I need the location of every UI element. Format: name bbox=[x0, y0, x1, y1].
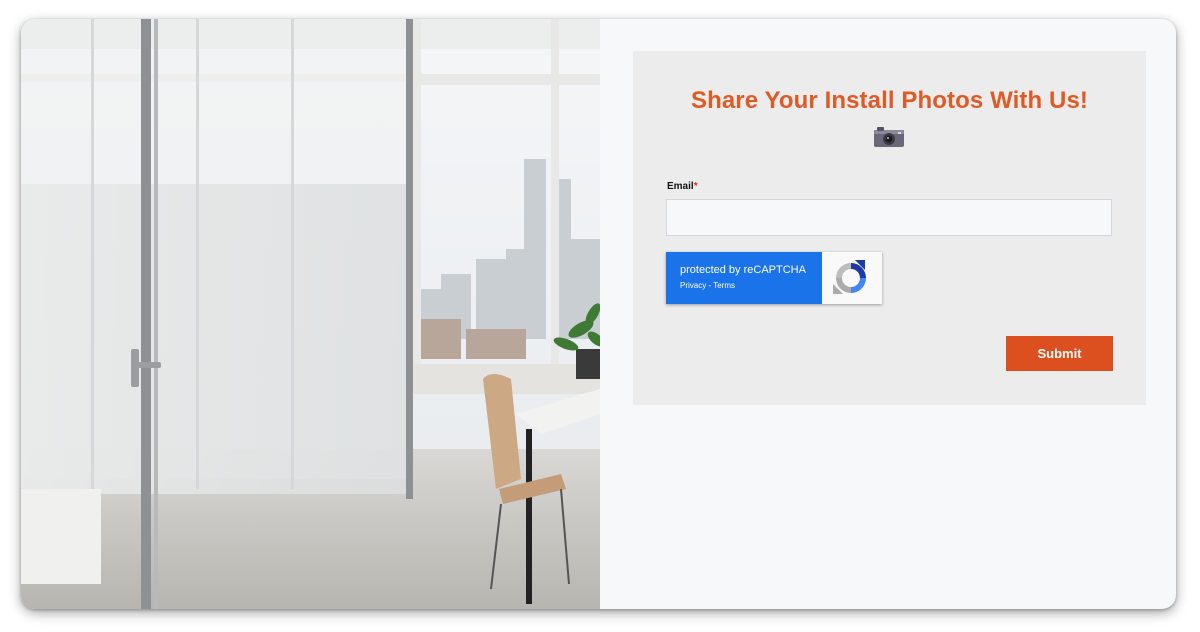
recaptcha-protected-text: protected by reCAPTCHA bbox=[680, 264, 806, 276]
required-marker: * bbox=[693, 181, 698, 192]
recaptcha-label-area: protected by reCAPTCHA Privacy - Terms bbox=[666, 252, 822, 304]
privacy-link[interactable]: Privacy bbox=[680, 281, 706, 290]
recaptcha-links: Privacy - Terms bbox=[680, 281, 735, 290]
office-photo bbox=[21, 19, 600, 609]
email-label: Email* bbox=[667, 181, 698, 192]
camera-icon bbox=[873, 126, 905, 148]
terms-link[interactable]: Terms bbox=[713, 281, 735, 290]
email-input[interactable] bbox=[666, 199, 1112, 236]
recaptcha-logo-icon bbox=[831, 258, 871, 298]
form-title: Share Your Install Photos With Us! bbox=[690, 87, 1088, 114]
submit-button[interactable]: Submit bbox=[1006, 336, 1113, 371]
page-card: Share Your Install Photos With Us! Email… bbox=[21, 19, 1176, 609]
recaptcha-badge[interactable]: protected by reCAPTCHA Privacy - Terms bbox=[666, 252, 882, 304]
photo-upload-form: Share Your Install Photos With Us! Email… bbox=[633, 51, 1146, 405]
